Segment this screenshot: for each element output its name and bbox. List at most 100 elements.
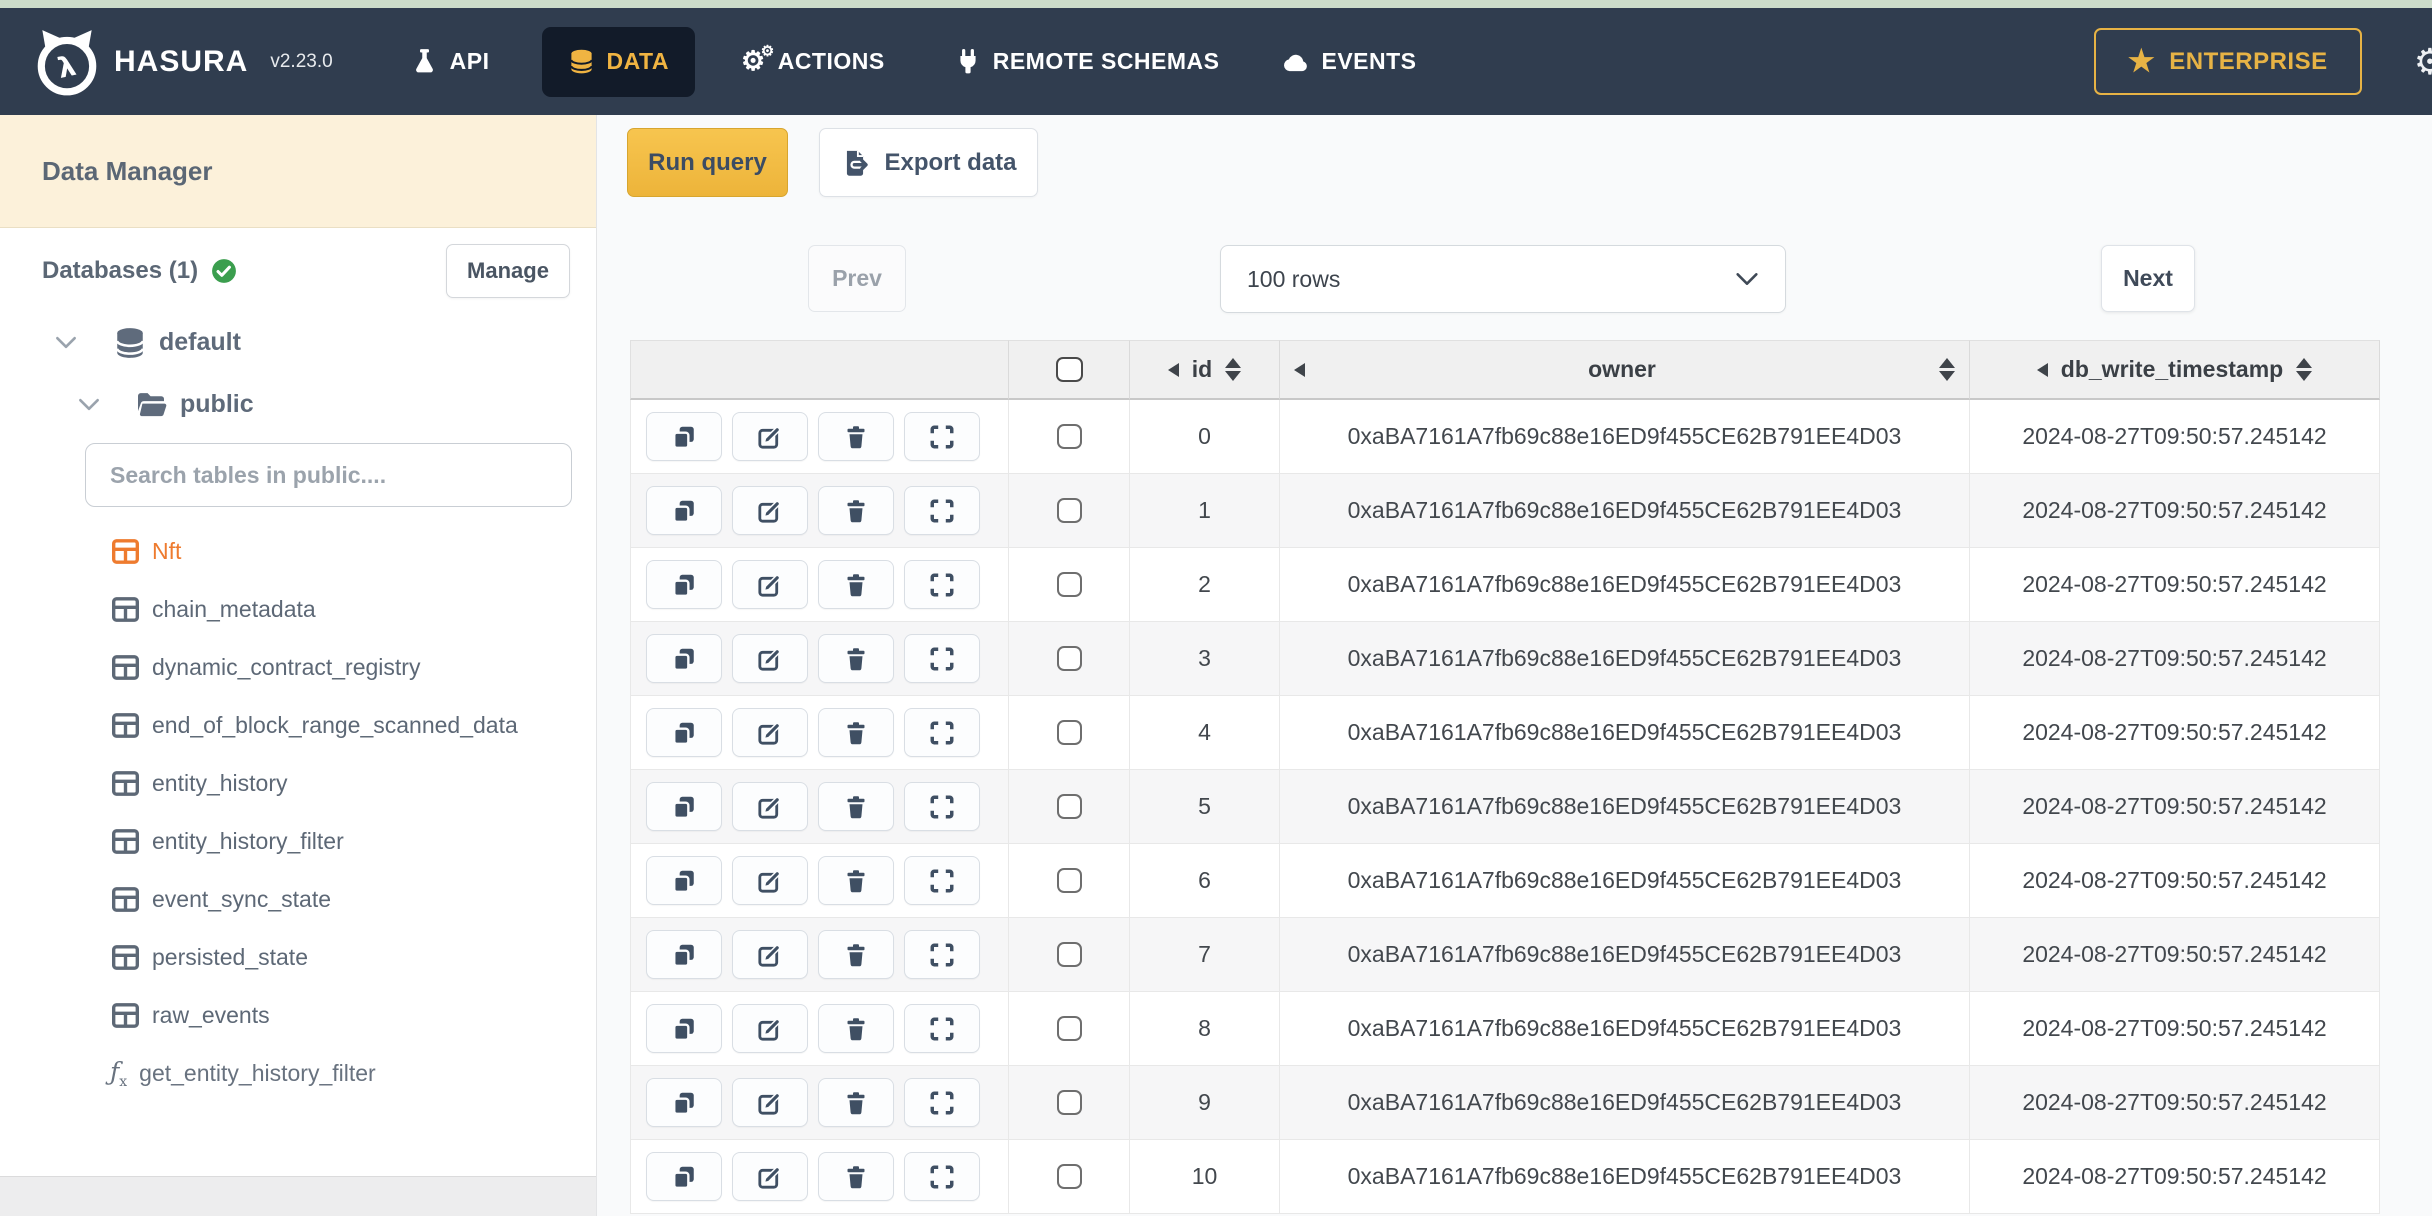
- sidebar-table-event_sync_state[interactable]: event_sync_state: [0, 870, 596, 928]
- expand-row-button[interactable]: [904, 1152, 980, 1201]
- collapse-column-icon[interactable]: [1294, 362, 1305, 377]
- sidebar-table-entity_history_filter[interactable]: entity_history_filter: [0, 812, 596, 870]
- expand-row-button[interactable]: [904, 560, 980, 609]
- row-select-cell[interactable]: [1009, 400, 1130, 474]
- copy-row-button[interactable]: [646, 560, 722, 609]
- row-select-cell[interactable]: [1009, 1140, 1130, 1214]
- prev-page-button[interactable]: Prev: [808, 245, 906, 312]
- row-select-cell[interactable]: [1009, 844, 1130, 918]
- sort-icon[interactable]: [1938, 358, 1955, 381]
- header-column-id[interactable]: id: [1130, 340, 1280, 400]
- delete-row-button[interactable]: [818, 782, 894, 831]
- row-checkbox[interactable]: [1056, 1016, 1082, 1041]
- enterprise-button[interactable]: ★ ENTERPRISE: [2093, 28, 2362, 95]
- edit-row-button[interactable]: [732, 1078, 808, 1127]
- rows-per-page-select[interactable]: 100 rows: [1220, 245, 1786, 313]
- row-select-cell[interactable]: [1009, 548, 1130, 622]
- copy-row-button[interactable]: [646, 1078, 722, 1127]
- expand-row-button[interactable]: [904, 1078, 980, 1127]
- export-data-button[interactable]: Export data: [819, 128, 1038, 197]
- sidebar-table-end_of_block_range_scanned_data[interactable]: end_of_block_range_scanned_data: [0, 696, 596, 754]
- sort-icon[interactable]: [2296, 358, 2313, 381]
- delete-row-button[interactable]: [818, 930, 894, 979]
- edit-row-button[interactable]: [732, 1152, 808, 1201]
- header-select-all[interactable]: [1009, 340, 1130, 400]
- edit-row-button[interactable]: [732, 486, 808, 535]
- row-checkbox[interactable]: [1056, 1090, 1082, 1115]
- row-select-cell[interactable]: [1009, 696, 1130, 770]
- next-page-button[interactable]: Next: [2101, 245, 2195, 312]
- run-query-button[interactable]: Run query: [627, 128, 788, 197]
- delete-row-button[interactable]: [818, 708, 894, 757]
- expand-row-button[interactable]: [904, 782, 980, 831]
- row-checkbox[interactable]: [1056, 646, 1082, 671]
- row-select-cell[interactable]: [1009, 770, 1130, 844]
- edit-row-button[interactable]: [732, 708, 808, 757]
- tree-node-schema-public[interactable]: public: [0, 379, 596, 429]
- delete-row-button[interactable]: [818, 1152, 894, 1201]
- copy-row-button[interactable]: [646, 856, 722, 905]
- tree-node-database-default[interactable]: default: [0, 315, 596, 370]
- row-checkbox[interactable]: [1056, 794, 1082, 819]
- row-checkbox[interactable]: [1056, 424, 1082, 449]
- header-column-db-write-timestamp[interactable]: db_write_timestamp: [1970, 340, 2380, 400]
- edit-row-button[interactable]: [732, 560, 808, 609]
- row-checkbox[interactable]: [1056, 572, 1082, 597]
- gear-icon[interactable]: ⚙: [2414, 41, 2432, 83]
- copy-row-button[interactable]: [646, 412, 722, 461]
- expand-row-button[interactable]: [904, 1004, 980, 1053]
- header-column-owner[interactable]: owner: [1280, 340, 1970, 400]
- expand-row-button[interactable]: [904, 930, 980, 979]
- row-select-cell[interactable]: [1009, 992, 1130, 1066]
- collapse-column-icon[interactable]: [2036, 362, 2048, 377]
- row-checkbox[interactable]: [1056, 868, 1082, 893]
- edit-row-button[interactable]: [732, 856, 808, 905]
- delete-row-button[interactable]: [818, 1004, 894, 1053]
- nav-tab-remote-schemas[interactable]: REMOTE SCHEMAS: [955, 48, 1220, 76]
- nav-tab-events[interactable]: EVENTS: [1282, 48, 1417, 75]
- expand-row-button[interactable]: [904, 634, 980, 683]
- expand-row-button[interactable]: [904, 708, 980, 757]
- sidebar-table-dynamic_contract_registry[interactable]: dynamic_contract_registry: [0, 638, 596, 696]
- sidebar-table-entity_history[interactable]: entity_history: [0, 754, 596, 812]
- nav-tab-data[interactable]: DATA: [541, 26, 695, 97]
- copy-row-button[interactable]: [646, 1152, 722, 1201]
- edit-row-button[interactable]: [732, 930, 808, 979]
- edit-row-button[interactable]: [732, 1004, 808, 1053]
- nav-tab-actions[interactable]: ⚙ ⚙ ACTIONS: [741, 44, 885, 75]
- copy-row-button[interactable]: [646, 1004, 722, 1053]
- copy-row-button[interactable]: [646, 486, 722, 535]
- edit-row-button[interactable]: [732, 634, 808, 683]
- expand-row-button[interactable]: [904, 856, 980, 905]
- copy-row-button[interactable]: [646, 708, 722, 757]
- edit-row-button[interactable]: [732, 782, 808, 831]
- manage-button[interactable]: Manage: [446, 244, 570, 298]
- delete-row-button[interactable]: [818, 856, 894, 905]
- sidebar-table-Nft[interactable]: Nft: [0, 522, 596, 580]
- nav-tab-api[interactable]: API: [411, 47, 490, 76]
- row-select-cell[interactable]: [1009, 918, 1130, 992]
- edit-row-button[interactable]: [732, 412, 808, 461]
- copy-row-button[interactable]: [646, 930, 722, 979]
- select-all-checkbox[interactable]: [1055, 357, 1083, 382]
- delete-row-button[interactable]: [818, 560, 894, 609]
- delete-row-button[interactable]: [818, 1078, 894, 1127]
- row-checkbox[interactable]: [1056, 1164, 1082, 1189]
- sidebar-table-persisted_state[interactable]: persisted_state: [0, 928, 596, 986]
- row-checkbox[interactable]: [1056, 498, 1082, 523]
- expand-row-button[interactable]: [904, 486, 980, 535]
- delete-row-button[interactable]: [818, 634, 894, 683]
- collapse-column-icon[interactable]: [1167, 362, 1179, 377]
- sidebar-function-get-entity-history-filter[interactable]: ƒx get_entity_history_filter: [0, 1044, 596, 1102]
- chevron-down-icon[interactable]: [78, 398, 100, 411]
- row-select-cell[interactable]: [1009, 474, 1130, 548]
- row-select-cell[interactable]: [1009, 622, 1130, 696]
- row-checkbox[interactable]: [1056, 720, 1082, 745]
- copy-row-button[interactable]: [646, 782, 722, 831]
- row-select-cell[interactable]: [1009, 1066, 1130, 1140]
- delete-row-button[interactable]: [818, 412, 894, 461]
- row-checkbox[interactable]: [1056, 942, 1082, 967]
- copy-row-button[interactable]: [646, 634, 722, 683]
- chevron-down-icon[interactable]: [55, 336, 77, 349]
- expand-row-button[interactable]: [904, 412, 980, 461]
